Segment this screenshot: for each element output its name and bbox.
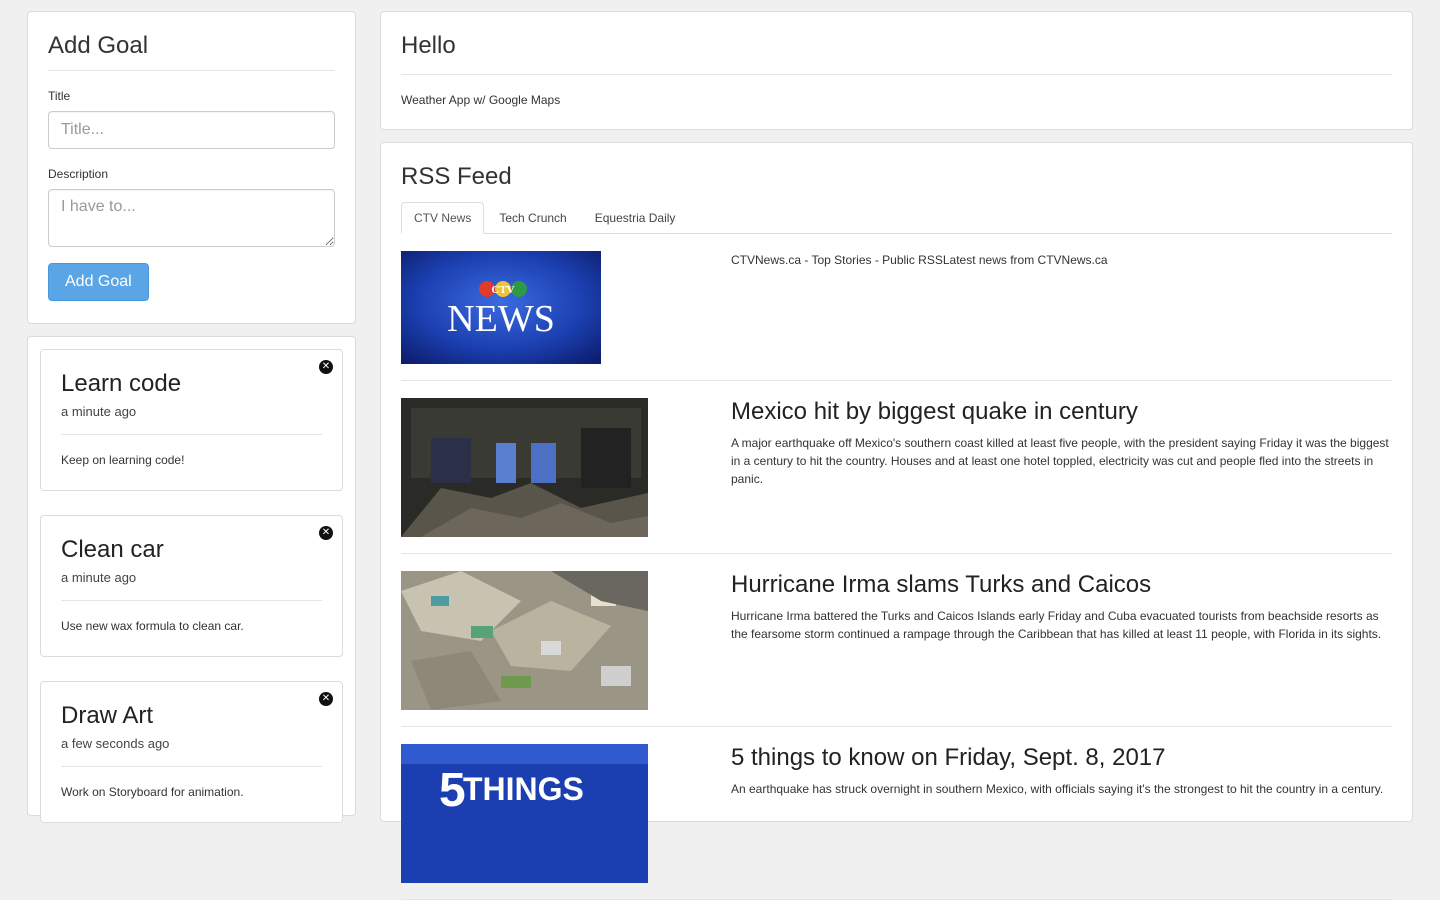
hello-subtitle: Weather App w/ Google Maps — [401, 93, 561, 107]
rss-heading: RSS Feed — [401, 163, 512, 190]
channel-description: CTVNews.ca - Top Stories - Public RSSLat… — [731, 253, 1108, 267]
goal-title: Learn code — [61, 370, 182, 397]
goal-card: ✕ Learn code a minute ago Keep on learni… — [40, 349, 343, 491]
add-goal-heading: Add Goal — [48, 12, 335, 71]
five-things-graphic[interactable]: 5 THINGS — [401, 744, 648, 883]
goal-card: ✕ Draw Art a few seconds ago Work on Sto… — [40, 681, 343, 823]
quake-photo[interactable] — [401, 398, 648, 537]
feed-thumb — [401, 398, 731, 537]
add-goal-button[interactable]: Add Goal — [48, 263, 149, 301]
hello-panel: Hello Weather App w/ Google Maps — [380, 11, 1413, 130]
goal-time: a minute ago — [61, 404, 322, 435]
close-icon[interactable]: ✕ — [319, 692, 333, 706]
title-input[interactable] — [48, 111, 335, 149]
feed-item: Hurricane Irma slams Turks and Caicos Hu… — [401, 554, 1392, 727]
svg-text:5: 5 — [439, 764, 466, 817]
feed-item-text: Hurricane Irma battered the Turks and Ca… — [731, 609, 1382, 641]
ctv-logo-top: CTV — [491, 284, 514, 296]
close-icon[interactable]: ✕ — [319, 526, 333, 540]
feed-item-title[interactable]: Hurricane Irma slams Turks and Caicos — [731, 571, 1392, 599]
rss-tabs: CTV News Tech Crunch Equestria Daily — [401, 202, 1392, 234]
goal-description: Keep on learning code! — [61, 453, 185, 467]
goal-title: Draw Art — [61, 702, 154, 729]
goal-card: ✕ Clean car a minute ago Use new wax for… — [40, 515, 343, 657]
goal-time: a few seconds ago — [61, 736, 322, 767]
feed-item-text: A major earthquake off Mexico's southern… — [731, 436, 1389, 486]
thumb-caption: THINGS — [463, 771, 584, 807]
channel-thumb: CTV NEWS — [401, 251, 731, 364]
hurricane-photo[interactable] — [401, 571, 648, 710]
feed-channel-header: CTV NEWS CTVNews.ca - Top Stories - Publ… — [401, 234, 1392, 381]
feed-thumb — [401, 571, 731, 710]
goal-description: Use new wax formula to clean car. — [61, 619, 244, 633]
description-textarea[interactable] — [48, 189, 335, 247]
feed-item: Mexico hit by biggest quake in century A… — [401, 381, 1392, 554]
tab-equestria-daily[interactable]: Equestria Daily — [582, 202, 689, 233]
rss-feed-panel: RSS Feed CTV News Tech Crunch Equestria … — [380, 142, 1413, 900]
feed-item-title[interactable]: 5 things to know on Friday, Sept. 8, 201… — [731, 744, 1392, 772]
tab-ctv-news[interactable]: CTV News — [401, 202, 485, 234]
feed-item-text: An earthquake has struck overnight in so… — [731, 782, 1384, 796]
goal-time: a minute ago — [61, 570, 322, 601]
feed-item-title[interactable]: Mexico hit by biggest quake in century — [731, 398, 1392, 426]
ctv-logo-main: NEWS — [447, 298, 555, 340]
goal-title: Clean car — [61, 536, 164, 563]
goals-list-panel: ✕ Learn code a minute ago Keep on learni… — [27, 336, 356, 823]
feed-thumb: 5 THINGS — [401, 744, 731, 883]
tab-tech-crunch[interactable]: Tech Crunch — [486, 202, 579, 233]
feed-item: 5 THINGS 5 things to know on Friday, Sep… — [401, 727, 1392, 900]
ctv-news-logo: CTV NEWS — [401, 251, 601, 364]
hello-heading: Hello — [401, 12, 1392, 75]
add-goal-panel: Add Goal Title Description Add Goal — [27, 11, 356, 324]
description-label: Description — [48, 167, 109, 181]
close-icon[interactable]: ✕ — [319, 360, 333, 374]
title-label: Title — [48, 89, 71, 103]
